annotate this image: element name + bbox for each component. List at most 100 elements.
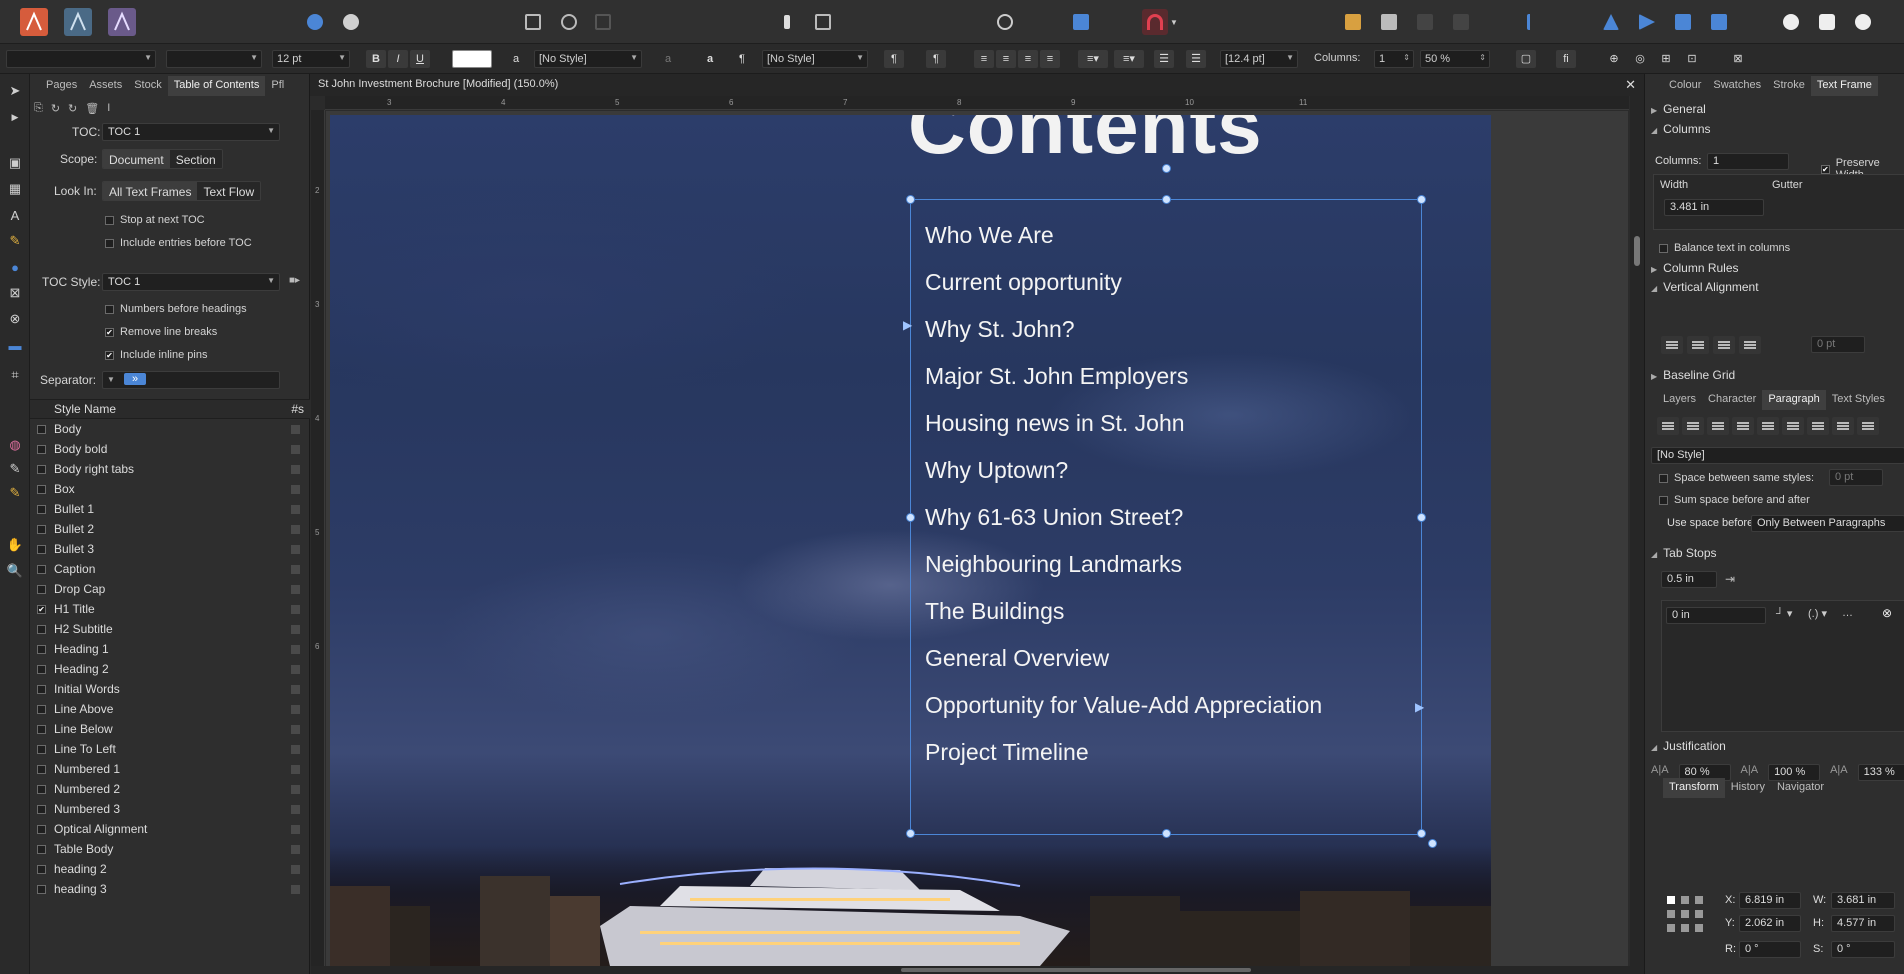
column-width-input[interactable]: 3.481 in (1664, 199, 1764, 216)
look-in-all-text-frames[interactable]: All Text Frames (103, 182, 198, 200)
style-level-swatch[interactable] (291, 825, 300, 834)
snap-center-icon[interactable]: ⊕ (1604, 50, 1624, 68)
fit-to-text-icon[interactable]: ⊠ (1728, 50, 1748, 68)
tab-table-of-contents[interactable]: Table of Contents (167, 76, 266, 96)
flip-vertical-icon[interactable] (1634, 9, 1660, 35)
valign-middle-icon[interactable] (1687, 336, 1709, 354)
table-tool-icon[interactable]: ▦ (6, 180, 24, 198)
w-input[interactable]: 3.681 in (1831, 892, 1895, 909)
tab-preflight[interactable]: Pfl (265, 76, 290, 96)
style-list-item[interactable]: Initial Words (30, 679, 310, 699)
update-toc-icon[interactable]: ↻ (51, 102, 60, 115)
style-list-item[interactable]: Line To Left (30, 739, 310, 759)
toc-entry[interactable]: Major St. John Employers (925, 361, 1322, 408)
style-list-item[interactable]: Heading 2 (30, 659, 310, 679)
style-include-checkbox[interactable] (37, 744, 46, 754)
style-list-item[interactable]: Caption (30, 559, 310, 579)
style-list-item[interactable]: Bullet 3 (30, 539, 310, 559)
show-hide-icon[interactable] (992, 9, 1018, 35)
pilcrow-icon[interactable]: ¶ (926, 50, 946, 68)
arrange-back-icon[interactable] (1340, 9, 1366, 35)
style-include-checkbox[interactable] (37, 584, 46, 594)
valign-bottom-icon[interactable] (1713, 336, 1735, 354)
crop-tool-icon[interactable]: ⌗ (6, 366, 24, 384)
toc-entry[interactable]: The Buildings (925, 596, 1322, 643)
rotate-left-icon[interactable] (1670, 9, 1696, 35)
toc-entry[interactable]: Why 61-63 Union Street? (925, 502, 1322, 549)
view-mode-icon[interactable] (520, 9, 546, 35)
boolean-subtract-icon[interactable] (1814, 9, 1840, 35)
style-include-checkbox[interactable] (37, 664, 46, 674)
separator-field[interactable]: ▼ » (102, 371, 280, 389)
align-left-text-icon[interactable]: ≡ (974, 50, 994, 68)
valign-spacing-input[interactable]: 0 pt (1811, 336, 1865, 353)
style-include-checkbox[interactable] (37, 544, 46, 554)
x-input[interactable]: 6.819 in (1739, 892, 1801, 909)
fill-tool-icon[interactable]: ◍ (6, 436, 24, 454)
style-include-checkbox[interactable] (37, 704, 46, 714)
resize-handle-l[interactable] (906, 513, 915, 522)
boolean-intersect-icon[interactable] (1850, 9, 1876, 35)
tab-transform[interactable]: Transform (1663, 778, 1725, 798)
style-list-item[interactable]: Numbered 3 (30, 799, 310, 819)
style-level-swatch[interactable] (291, 805, 300, 814)
look-in-text-flow[interactable]: Text Flow (197, 182, 261, 200)
resize-handle-b[interactable] (1162, 829, 1171, 838)
paragraph-style-icon[interactable]: ¶ (732, 50, 752, 68)
style-list-item[interactable]: Heading 1 (30, 639, 310, 659)
text-frame-tool-icon[interactable]: ▣ (6, 154, 24, 172)
style-list-item[interactable]: Body (30, 419, 310, 439)
tab-pages[interactable]: Pages (40, 76, 83, 96)
tab-stops-section[interactable]: ◢ Tab Stops (1651, 546, 1717, 560)
style-list-item[interactable]: Optical Alignment (30, 819, 310, 839)
style-level-swatch[interactable] (291, 425, 300, 434)
style-include-checkbox[interactable] (37, 884, 46, 894)
toc-entry[interactable]: Opportunity for Value-Add Appreciation (925, 690, 1322, 737)
default-tab-stop-input[interactable]: 0.5 in (1661, 571, 1717, 588)
style-include-checkbox[interactable] (37, 784, 46, 794)
style-list-item[interactable]: Numbered 1 (30, 759, 310, 779)
tab-stock[interactable]: Stock (128, 76, 168, 96)
rotate-right-icon[interactable] (1706, 9, 1732, 35)
hand-tool-icon[interactable]: ✋ (6, 536, 24, 554)
resize-handle-t[interactable] (1162, 195, 1171, 204)
toc-entry[interactable]: General Overview (925, 643, 1322, 690)
columns-section[interactable]: ◢ Columns (1651, 122, 1711, 136)
delete-toc-icon[interactable]: 🗑 (85, 102, 99, 115)
zoom-tool-icon[interactable]: 🔍 (6, 562, 24, 580)
designer-persona-icon[interactable] (64, 8, 92, 36)
toc-text-frame[interactable]: Who We Are Current opportunity Why St. Joh… (903, 195, 1437, 848)
paragraph-style-select[interactable]: [No Style] ▼ (762, 50, 868, 68)
tab-leader-select[interactable]: (.) ▾ (1808, 607, 1827, 620)
balance-text-checkbox[interactable]: Balance text in columns (1659, 242, 1790, 254)
text-flow-handle[interactable] (1428, 839, 1437, 848)
style-list-item[interactable]: Line Above (30, 699, 310, 719)
para-align-away-spine-icon[interactable] (1857, 417, 1879, 435)
arrange-top-icon[interactable] (1448, 9, 1474, 35)
vertical-alignment-dropdown[interactable]: ≡▾ (1114, 50, 1144, 68)
decorations-icon[interactable]: a (658, 50, 678, 68)
flip-horizontal-icon[interactable] (1598, 9, 1624, 35)
remove-line-breaks-checkbox[interactable]: ✔ Remove line breaks (105, 326, 217, 338)
font-family-select[interactable]: ▼ (6, 50, 156, 68)
para-align-right-icon[interactable] (1707, 417, 1729, 435)
style-list-item[interactable]: Drop Cap (30, 579, 310, 599)
paragraph-decorations-icon[interactable]: ¶ (884, 50, 904, 68)
valign-top-icon[interactable] (1661, 336, 1683, 354)
style-list-item[interactable]: Numbered 2 (30, 779, 310, 799)
style-level-swatch[interactable] (291, 665, 300, 674)
style-level-swatch[interactable] (291, 885, 300, 894)
align-right-text-icon[interactable]: ≡ (1018, 50, 1038, 68)
assistant-icon[interactable] (338, 9, 364, 35)
insert-toc-icon[interactable]: ⎘ (34, 102, 43, 115)
tab-swatches[interactable]: Swatches (1707, 76, 1767, 96)
general-section[interactable]: ▶ General (1651, 102, 1706, 116)
style-include-checkbox[interactable] (37, 824, 46, 834)
fit-frame-icon[interactable]: ⊞ (1656, 50, 1676, 68)
style-include-checkbox[interactable] (37, 724, 46, 734)
text-wrap-icon[interactable] (810, 9, 836, 35)
resize-handle-br[interactable] (1417, 829, 1426, 838)
tab-layers[interactable]: Layers (1657, 390, 1702, 410)
style-level-swatch[interactable] (291, 625, 300, 634)
typography-icon[interactable]: a (700, 50, 720, 68)
